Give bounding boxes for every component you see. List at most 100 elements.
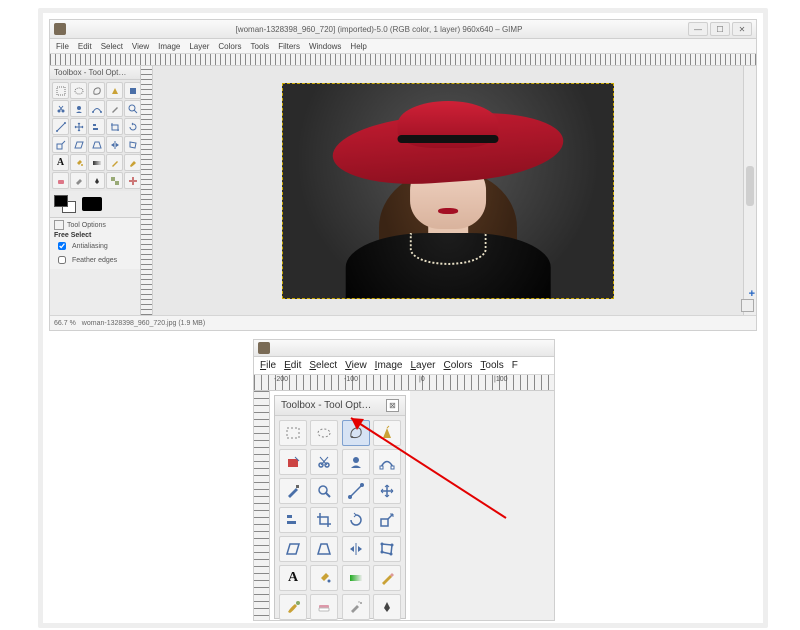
tool-flip[interactable] <box>342 536 370 562</box>
tool-bucket-fill[interactable] <box>70 154 87 171</box>
tool-scale[interactable] <box>373 507 401 533</box>
tool-blend[interactable] <box>342 565 370 591</box>
scrollbar-vertical[interactable] <box>743 66 756 315</box>
close-dock-icon[interactable]: ⊠ <box>386 399 399 412</box>
tool-paintbrush[interactable] <box>124 154 141 171</box>
tool-measure[interactable] <box>52 118 69 135</box>
tool-scissors[interactable] <box>52 100 69 117</box>
tool-bucket-fill[interactable] <box>310 565 338 591</box>
ruler-vertical <box>141 66 153 315</box>
tool-pencil[interactable] <box>373 565 401 591</box>
tool-paintbrush[interactable] <box>279 594 307 620</box>
tool-color-select[interactable] <box>279 449 307 475</box>
tool-rotate[interactable] <box>342 507 370 533</box>
menu-colors[interactable]: Colors <box>443 360 472 371</box>
tool-text[interactable]: A <box>279 565 307 591</box>
tool-foreground-select[interactable] <box>342 449 370 475</box>
tool-airbrush[interactable] <box>70 172 87 189</box>
tool-zoom[interactable] <box>124 100 141 117</box>
tool-measure[interactable] <box>342 478 370 504</box>
menu-image[interactable]: Image <box>375 360 403 371</box>
tool-cage[interactable] <box>124 136 141 153</box>
menu-image[interactable]: Image <box>158 42 180 51</box>
tool-shear[interactable] <box>70 136 87 153</box>
tool-color-select[interactable] <box>124 82 141 99</box>
tool-color-picker[interactable] <box>279 478 307 504</box>
tool-paths[interactable] <box>88 100 105 117</box>
tool-crop[interactable] <box>106 118 123 135</box>
menu-edit[interactable]: Edit <box>78 42 92 51</box>
menu-more[interactable]: F <box>512 360 518 371</box>
navigation-thumb[interactable] <box>741 299 754 312</box>
foreground-color[interactable] <box>54 195 68 207</box>
gimp-icon <box>258 342 270 354</box>
tool-align[interactable] <box>279 507 307 533</box>
tool-rotate[interactable] <box>124 118 141 135</box>
tool-rectangle-select[interactable] <box>279 420 307 446</box>
tool-scissors[interactable] <box>310 449 338 475</box>
maximize-button[interactable]: ☐ <box>710 22 730 36</box>
tool-move[interactable] <box>70 118 87 135</box>
menu-select[interactable]: Select <box>101 42 123 51</box>
active-brush-indicator[interactable] <box>82 197 102 211</box>
ruler-vertical-zoom <box>254 391 270 621</box>
tool-foreground-select[interactable] <box>70 100 87 117</box>
tool-airbrush[interactable] <box>342 594 370 620</box>
menu-view[interactable]: View <box>345 360 367 371</box>
feather-edges-checkbox[interactable]: Feather edges <box>54 253 136 267</box>
tool-align[interactable] <box>88 118 105 135</box>
tool-flip[interactable] <box>106 136 123 153</box>
toolbox-title-zoom: Toolbox - Tool Opt… <box>281 400 371 411</box>
menu-tools[interactable]: Tools <box>251 42 270 51</box>
tool-clone[interactable] <box>106 172 123 189</box>
tool-eraser[interactable] <box>310 594 338 620</box>
status-zoom[interactable]: 66.7 % <box>54 320 76 327</box>
tool-ink[interactable] <box>373 594 401 620</box>
menu-edit[interactable]: Edit <box>284 360 301 371</box>
tool-fuzzy-select[interactable] <box>373 420 401 446</box>
menubar: File Edit Select View Image Layer Colors… <box>50 39 756 54</box>
menu-layer[interactable]: Layer <box>189 42 209 51</box>
close-button[interactable]: ✕ <box>732 22 752 36</box>
tool-paths[interactable] <box>373 449 401 475</box>
tool-ellipse-select[interactable] <box>310 420 338 446</box>
menu-filters[interactable]: Filters <box>278 42 300 51</box>
menu-file[interactable]: File <box>56 42 69 51</box>
tool-eraser[interactable] <box>52 172 69 189</box>
tool-move[interactable] <box>373 478 401 504</box>
antialiasing-checkbox[interactable]: Antialiasing <box>54 239 136 253</box>
menu-tools[interactable]: Tools <box>480 360 503 371</box>
menu-help[interactable]: Help <box>350 42 366 51</box>
tool-cage[interactable] <box>373 536 401 562</box>
tool-pencil[interactable] <box>106 154 123 171</box>
titlebar-zoom <box>254 340 554 357</box>
tool-free-select[interactable] <box>342 420 370 446</box>
tool-heal[interactable] <box>124 172 141 189</box>
tool-scale[interactable] <box>52 136 69 153</box>
canvas[interactable] <box>153 66 743 315</box>
tool-crop[interactable] <box>310 507 338 533</box>
tool-ink[interactable] <box>88 172 105 189</box>
tool-ellipse-select[interactable] <box>70 82 87 99</box>
tool-perspective[interactable] <box>310 536 338 562</box>
tool-rectangle-select[interactable] <box>52 82 69 99</box>
tool-perspective[interactable] <box>88 136 105 153</box>
tool-color-picker[interactable] <box>106 100 123 117</box>
ruler-horizontal <box>50 54 756 66</box>
minimize-button[interactable]: — <box>688 22 708 36</box>
tool-zoom[interactable] <box>310 478 338 504</box>
menu-file[interactable]: File <box>260 360 276 371</box>
tool-blend[interactable] <box>88 154 105 171</box>
menu-view[interactable]: View <box>132 42 149 51</box>
tool-text[interactable]: A <box>52 154 69 171</box>
color-swatch[interactable] <box>50 191 140 217</box>
tool-shear[interactable] <box>279 536 307 562</box>
menu-layer[interactable]: Layer <box>410 360 435 371</box>
tool-fuzzy-select[interactable] <box>106 82 123 99</box>
menu-select[interactable]: Select <box>309 360 337 371</box>
window-title: [woman-1328398_960_720] (imported)-5.0 (… <box>70 25 688 34</box>
canvas-zoom[interactable] <box>410 391 554 621</box>
menu-colors[interactable]: Colors <box>218 42 241 51</box>
menu-windows[interactable]: Windows <box>309 42 341 51</box>
tool-free-select[interactable] <box>88 82 105 99</box>
